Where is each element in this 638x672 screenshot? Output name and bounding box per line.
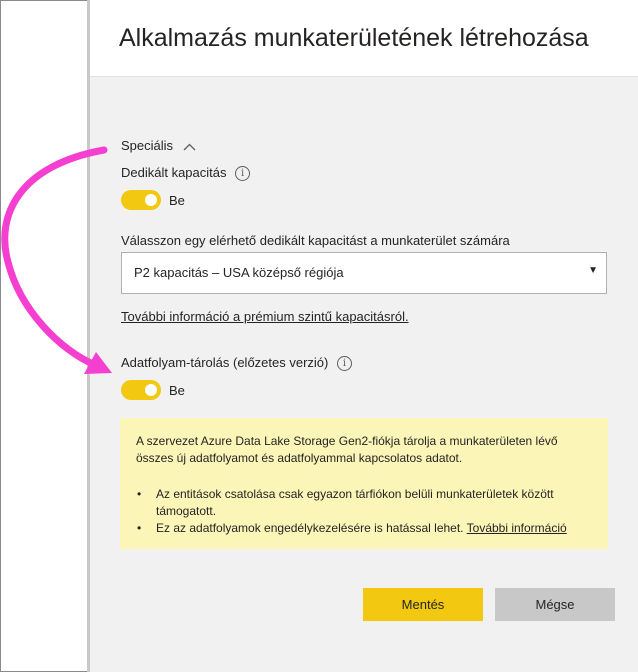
save-button[interactable]: Mentés [363,588,483,621]
info-icon[interactable]: i [235,166,251,182]
info-icon[interactable]: i [336,356,352,372]
background-area [1,1,87,670]
dropdown-arrow-icon: ▼ [588,265,598,276]
dataflow-storage-field-label: Adatfolyam-tárolás (előzetes verzió) i [121,355,352,372]
toggle-knob [145,194,157,206]
panel-header: Alkalmazás munkaterületének létrehozása [90,0,638,77]
chevron-up-icon [183,139,196,154]
dedicated-capacity-toggle-text: Be [169,193,185,208]
dedicated-capacity-label: Dedikált kapacitás [121,165,227,180]
premium-capacity-link[interactable]: További információ a prémium szintű kapa… [121,309,409,324]
panel-title: Alkalmazás munkaterületének létrehozása [119,24,589,52]
dataflow-storage-toggle-text: Be [169,383,185,398]
notice-bullet: Ez az adatfolyamok engedélykezelésére is… [136,520,601,537]
notice-bullet-text: Az entitások csatolása csak egyazon tárf… [156,487,554,518]
capacity-select-value: P2 kapacitás – USA középső régiója [134,265,344,280]
storage-notice: A szervezet Azure Data Lake Storage Gen2… [120,418,608,549]
dedicated-capacity-toggle[interactable] [121,190,161,210]
advanced-section-toggle[interactable]: Speciális [121,138,196,154]
dataflow-storage-label: Adatfolyam-tárolás (előzetes verzió) [121,355,329,370]
create-workspace-panel: Alkalmazás munkaterületének létrehozása … [87,0,638,672]
more-info-link[interactable]: További információ [467,521,567,535]
capacity-select[interactable]: P2 kapacitás – USA középső régiója ▼ [121,252,607,294]
cancel-button[interactable]: Mégse [495,588,615,621]
notice-bullet-text: Ez az adatfolyamok engedélykezelésére is… [156,521,464,535]
dedicated-capacity-field-label: Dedikált kapacitás i [121,165,251,182]
notice-text: A szervezet Azure Data Lake Storage Gen2… [136,434,558,465]
advanced-label: Speciális [121,138,174,153]
capacity-select-label: Válasszon egy elérhető dedikált kapacitá… [121,233,510,248]
toggle-knob [145,384,157,396]
notice-bullets: Az entitások csatolása csak egyazon tárf… [136,486,601,537]
notice-bullet: Az entitások csatolása csak egyazon tárf… [136,486,601,520]
dataflow-storage-toggle[interactable] [121,380,161,400]
